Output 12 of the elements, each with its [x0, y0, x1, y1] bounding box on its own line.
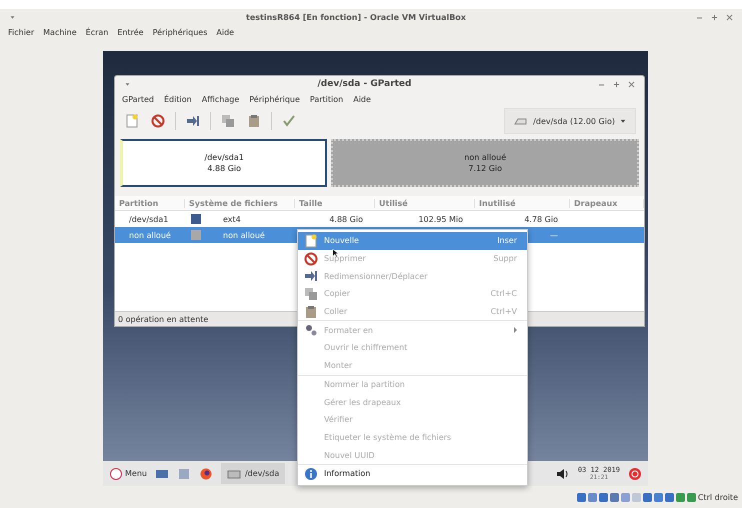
- table-cell: —: [550, 230, 558, 240]
- table-cell-text: /dev/sda1: [128, 214, 170, 224]
- table-cell: 4.88 Gio: [329, 214, 363, 224]
- host-key-label: Ctrl droite: [698, 492, 738, 502]
- table-cell: 102.95 Mio: [418, 214, 463, 224]
- status-text: 0 opération en attente: [118, 314, 208, 324]
- window-title: testinsR864 [En fonction] - Oracle VM VirtualBox: [246, 12, 466, 22]
- window-title: /dev/sda - GParted: [318, 79, 412, 89]
- table-cell: 4.78 Gio: [524, 214, 558, 224]
- table-cell: non alloué: [223, 230, 265, 240]
- table-cell-text: non alloué: [128, 230, 172, 240]
- table-cell: ext4: [223, 214, 241, 224]
